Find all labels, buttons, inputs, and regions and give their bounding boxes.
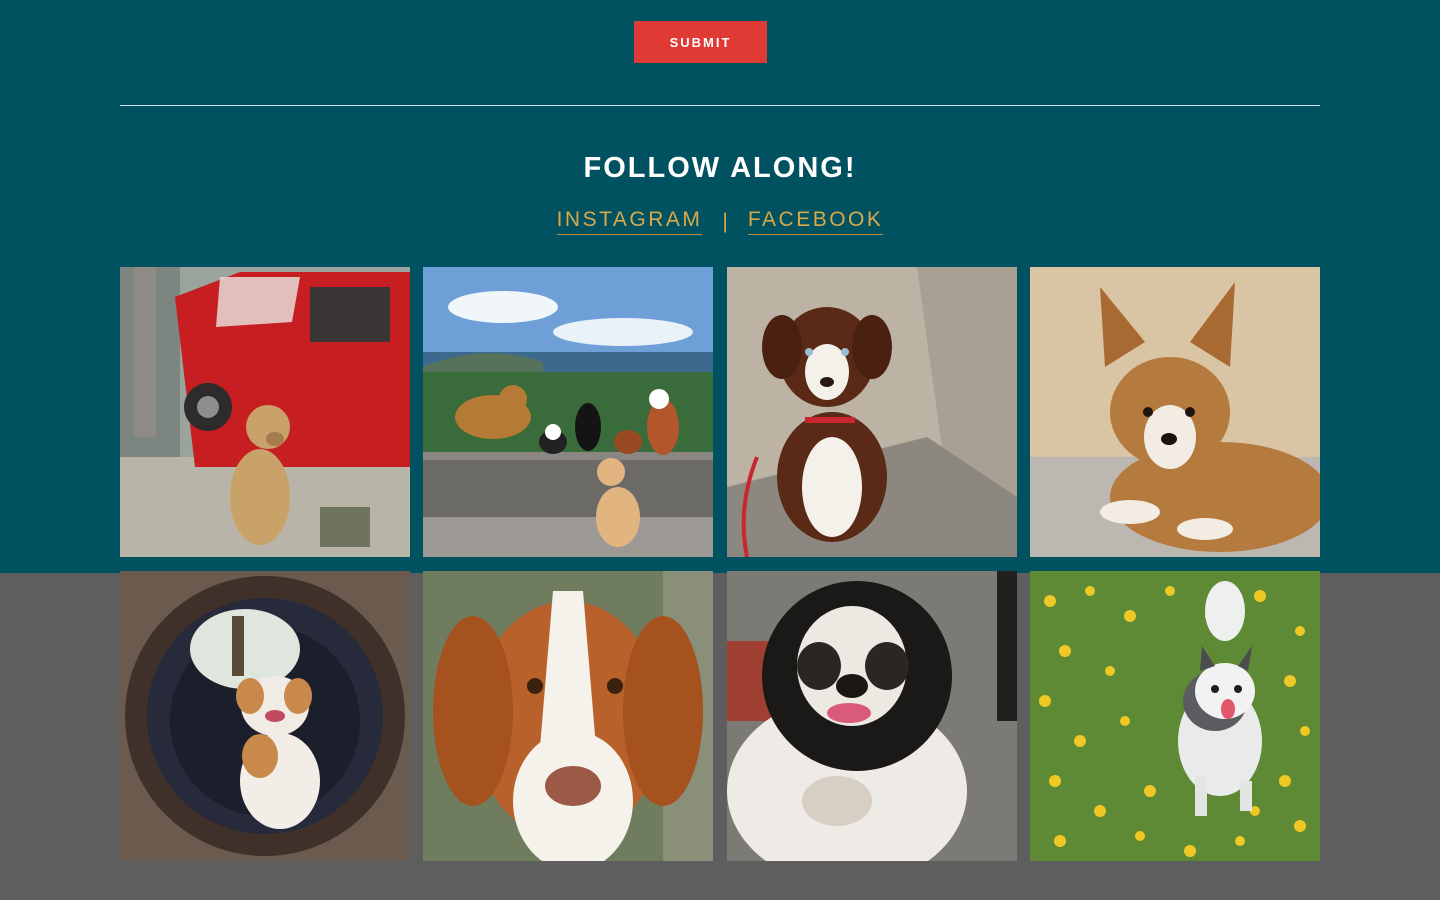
section-divider: [120, 105, 1320, 106]
gallery-photo-shih-tzu[interactable]: [726, 571, 1017, 861]
corgi-puppy-image: [1029, 267, 1320, 557]
dog-by-van-image: [120, 267, 410, 557]
social-links: INSTAGRAM | FACEBOOK: [0, 208, 1440, 235]
link-separator: |: [722, 209, 728, 233]
gallery-photo-husky-flowers[interactable]: [1029, 571, 1320, 861]
gallery-photo-dog-group[interactable]: [423, 267, 714, 557]
shih-tzu-image: [726, 571, 1017, 861]
bulldog-tunnel-image: [120, 571, 410, 861]
puppy-on-sand-image: [726, 267, 1017, 557]
dog-group-image: [423, 267, 714, 557]
spaniel-image: [423, 571, 714, 861]
submit-button[interactable]: SUBMIT: [634, 21, 767, 63]
gallery-photo-bulldog-tunnel[interactable]: [120, 571, 410, 861]
husky-flowers-image: [1029, 571, 1320, 861]
gallery-photo-corgi-puppy[interactable]: [1029, 267, 1320, 557]
photo-gallery: [120, 267, 1320, 861]
gallery-photo-spaniel[interactable]: [423, 571, 714, 861]
instagram-link[interactable]: INSTAGRAM: [556, 208, 703, 235]
gallery-photo-dog-by-van[interactable]: [120, 267, 410, 557]
facebook-link[interactable]: FACEBOOK: [747, 208, 884, 235]
follow-along-heading: FOLLOW ALONG!: [583, 152, 857, 184]
gallery-photo-puppy-on-sand[interactable]: [726, 267, 1017, 557]
